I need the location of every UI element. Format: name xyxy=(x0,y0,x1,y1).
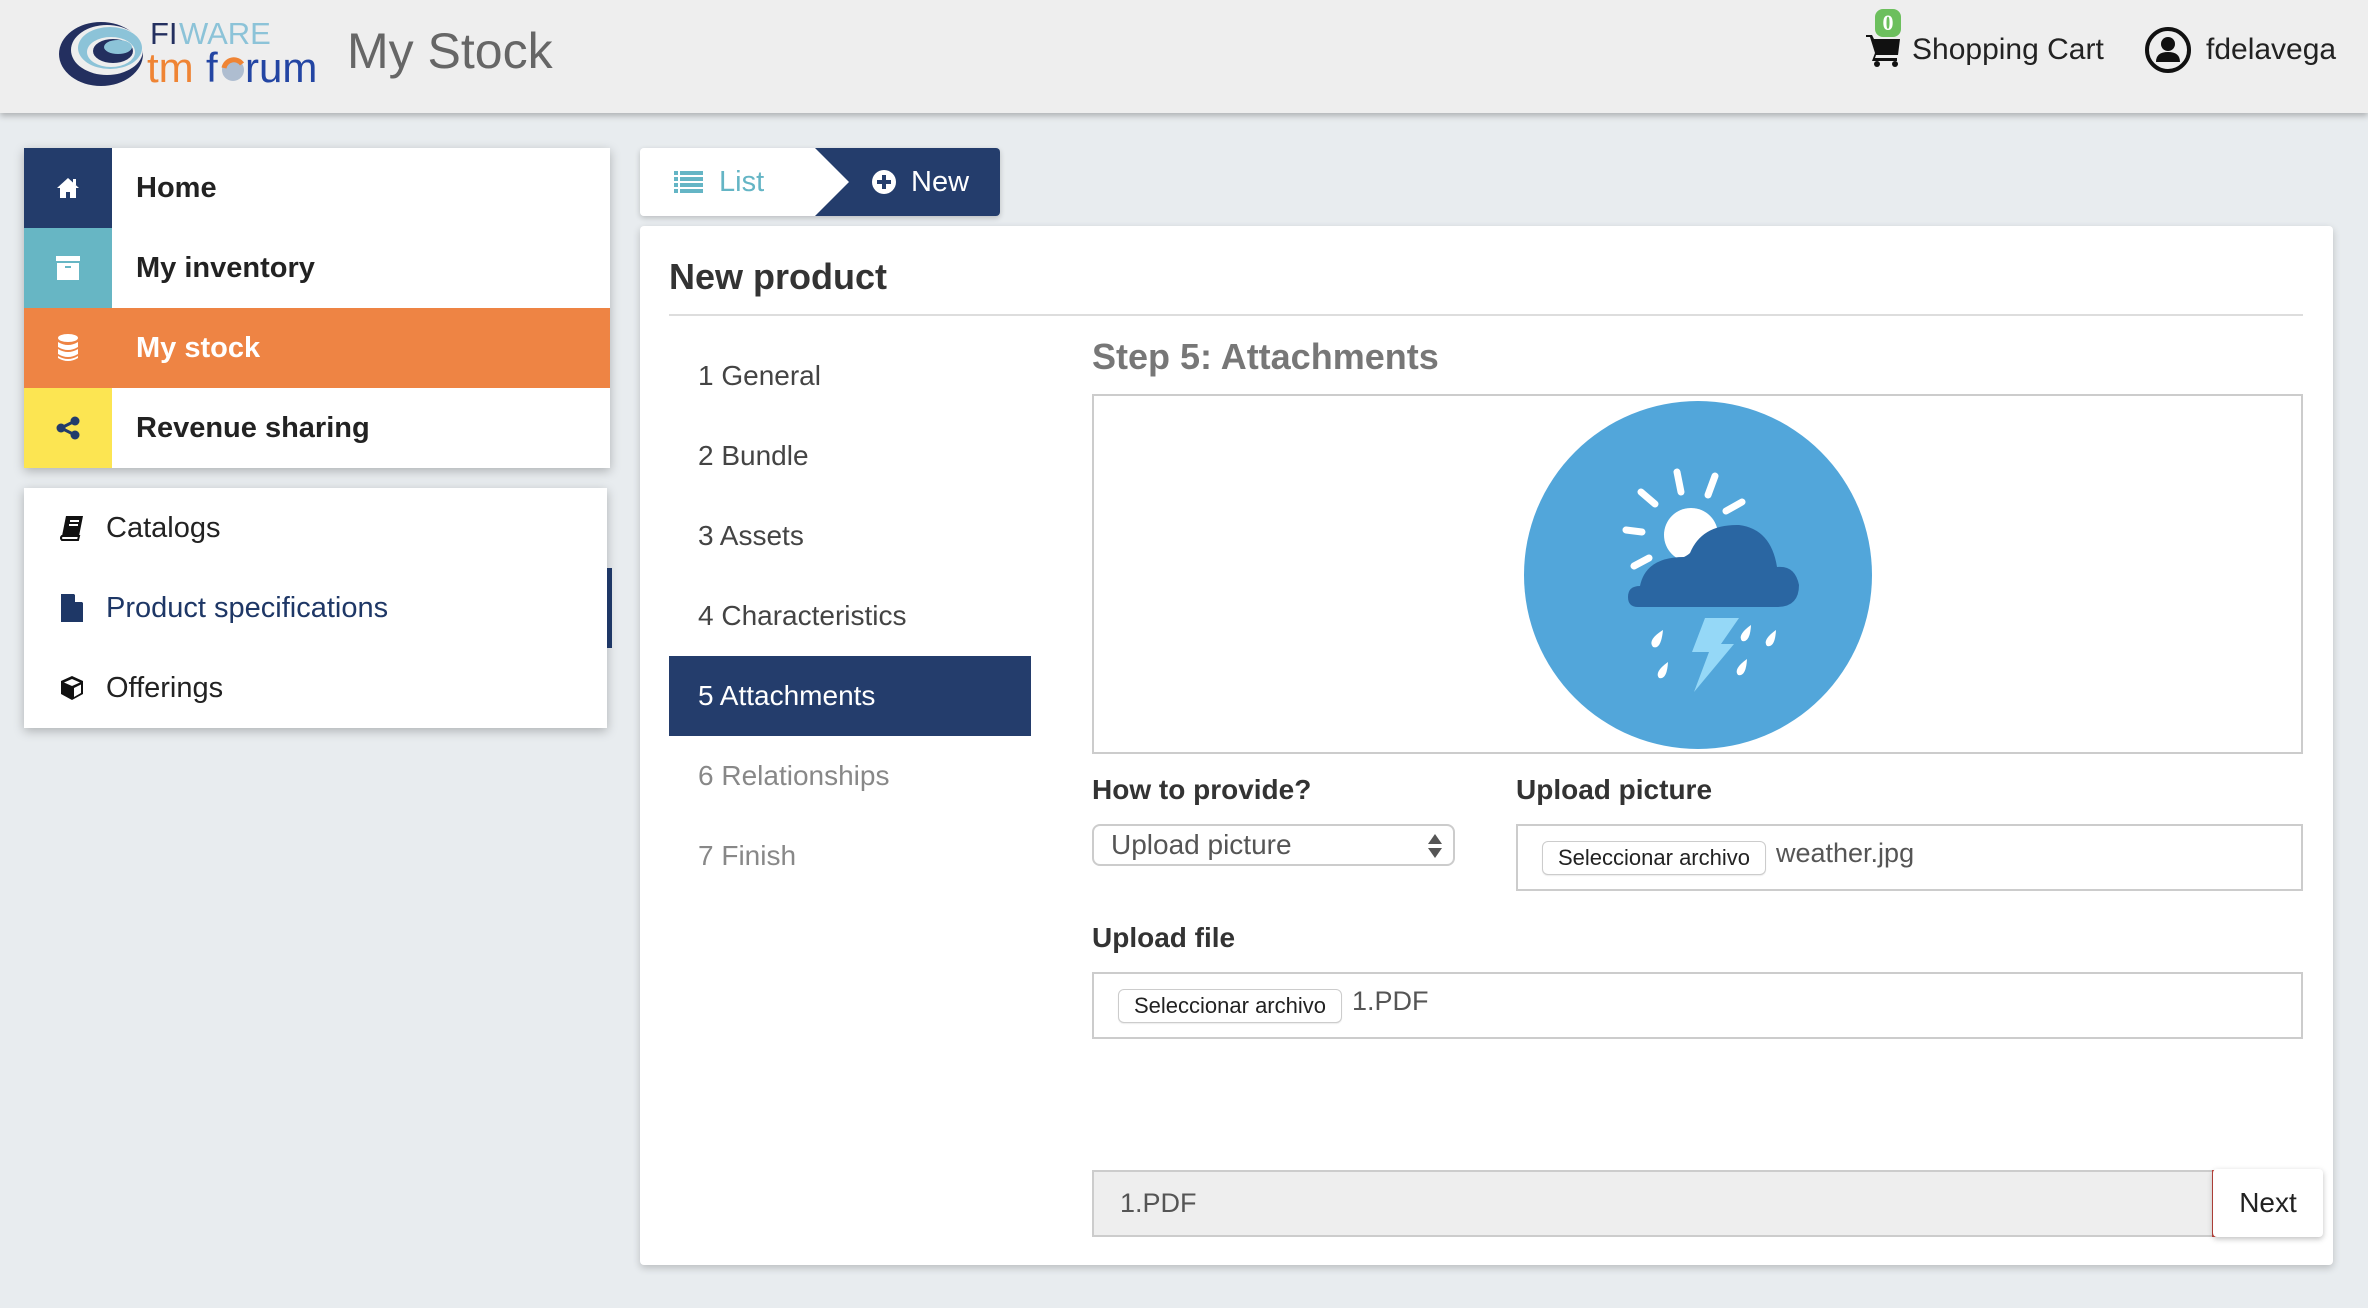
step-characteristics[interactable]: 4 Characteristics xyxy=(669,576,1031,656)
upload-picture-input[interactable]: Seleccionar archivo weather.jpg xyxy=(1516,824,2303,891)
upload-picture-label: Upload picture xyxy=(1516,774,1713,805)
nav-item-my-inventory[interactable]: My inventory xyxy=(24,228,610,308)
plus-circle-icon xyxy=(872,170,896,194)
subnav-item-offerings[interactable]: Offerings xyxy=(24,648,607,728)
list-icon xyxy=(674,171,703,193)
nav-item-my-stock[interactable]: My stock xyxy=(24,308,610,388)
nav-label: Revenue sharing xyxy=(136,411,370,444)
upload-picture-filename: weather.jpg xyxy=(1775,838,1915,868)
subnav-label: Catalogs xyxy=(106,511,221,544)
svg-text:f: f xyxy=(206,44,218,88)
upload-file-filename: 1.PDF xyxy=(1351,986,1429,1016)
subnav-label: Product specifications xyxy=(106,591,389,624)
how-to-provide-label: How to provide? xyxy=(1092,774,1312,805)
home-icon xyxy=(24,148,112,228)
sub-navigation: Catalogs Product specifications Offering… xyxy=(24,488,612,728)
top-header: FI WARE tm f rum My Stock Shopping Cart … xyxy=(0,0,2368,113)
database-icon xyxy=(24,308,112,388)
tab-new-label: New xyxy=(911,165,970,198)
share-icon xyxy=(24,388,112,468)
nav-item-revenue-sharing[interactable]: Revenue sharing xyxy=(24,388,610,468)
how-to-provide-value: Upload picture xyxy=(1111,829,1292,860)
step-general[interactable]: 1 General xyxy=(669,336,1031,416)
how-to-provide-select[interactable]: Upload picture xyxy=(1092,824,1455,866)
select-arrows-icon xyxy=(1428,834,1442,858)
step-relationships[interactable]: 6 Relationships xyxy=(669,736,1031,816)
tab-new[interactable]: New xyxy=(815,148,1000,216)
upload-file-input[interactable]: Seleccionar archivo 1.PDF xyxy=(1092,972,2303,1039)
shopping-cart-link[interactable]: Shopping Cart xyxy=(1866,28,2104,72)
main-navigation: Home My inventory My stock Revenue shari… xyxy=(24,148,610,468)
cube-icon xyxy=(58,673,86,703)
subnav-item-catalogs[interactable]: Catalogs xyxy=(24,488,607,568)
shopping-cart-label: Shopping Cart xyxy=(1912,33,2104,66)
upload-file-label: Upload file xyxy=(1092,922,1236,953)
tab-list-label: List xyxy=(719,165,765,198)
attachment-name: 1.PDF xyxy=(1092,1170,2212,1237)
picture-preview xyxy=(1092,394,2303,754)
step-title: Step 5: Attachments xyxy=(1092,336,1439,377)
user-menu[interactable]: fdelavega xyxy=(2144,22,2336,78)
upload-picture-choose-button[interactable]: Seleccionar archivo xyxy=(1542,840,1766,875)
upload-file-choose-button[interactable]: Seleccionar archivo xyxy=(1118,988,1342,1023)
archive-box-icon xyxy=(24,228,112,308)
username: fdelavega xyxy=(2206,33,2337,66)
view-tabs: List New xyxy=(640,148,1000,216)
nav-label: My inventory xyxy=(136,251,315,284)
title-divider xyxy=(669,314,2303,316)
tab-arrow-divider xyxy=(815,148,849,216)
nav-label: My stock xyxy=(136,331,261,364)
step-attachments[interactable]: 5 Attachments xyxy=(669,656,1031,736)
page-title: New product xyxy=(669,256,888,297)
weather-storm-image xyxy=(1524,401,1872,749)
step-assets[interactable]: 3 Assets xyxy=(669,496,1031,576)
attachment-row: 1.PDF xyxy=(1092,1170,2303,1237)
app-title: My Stock xyxy=(347,23,553,79)
step-bundle[interactable]: 2 Bundle xyxy=(669,416,1031,496)
book-icon xyxy=(58,513,86,543)
svg-text:rum: rum xyxy=(245,44,317,88)
tab-list[interactable]: List xyxy=(640,148,815,216)
wizard-steps: 1 General 2 Bundle 3 Assets 4 Characteri… xyxy=(669,336,1031,896)
shopping-cart-icon xyxy=(1866,35,1900,67)
file-icon xyxy=(58,593,86,623)
new-product-panel: New product 1 General 2 Bundle 3 Assets … xyxy=(640,226,2333,1265)
svg-text:tm: tm xyxy=(147,44,194,88)
subnav-label: Offerings xyxy=(106,671,224,704)
cart-count-badge: 0 xyxy=(1875,9,1901,37)
subnav-item-product-specifications[interactable]: Product specifications xyxy=(24,568,612,648)
next-button[interactable]: Next xyxy=(2213,1169,2323,1237)
nav-label: Home xyxy=(136,171,217,204)
step-finish[interactable]: 7 Finish xyxy=(669,816,1031,896)
nav-item-home[interactable]: Home xyxy=(24,148,610,228)
fiware-tmforum-logo[interactable]: FI WARE tm f rum xyxy=(55,14,330,91)
step-content: Step 5: Attachments How to provide? Uplo… xyxy=(1092,326,2303,1237)
user-circle-icon xyxy=(2145,27,2191,73)
